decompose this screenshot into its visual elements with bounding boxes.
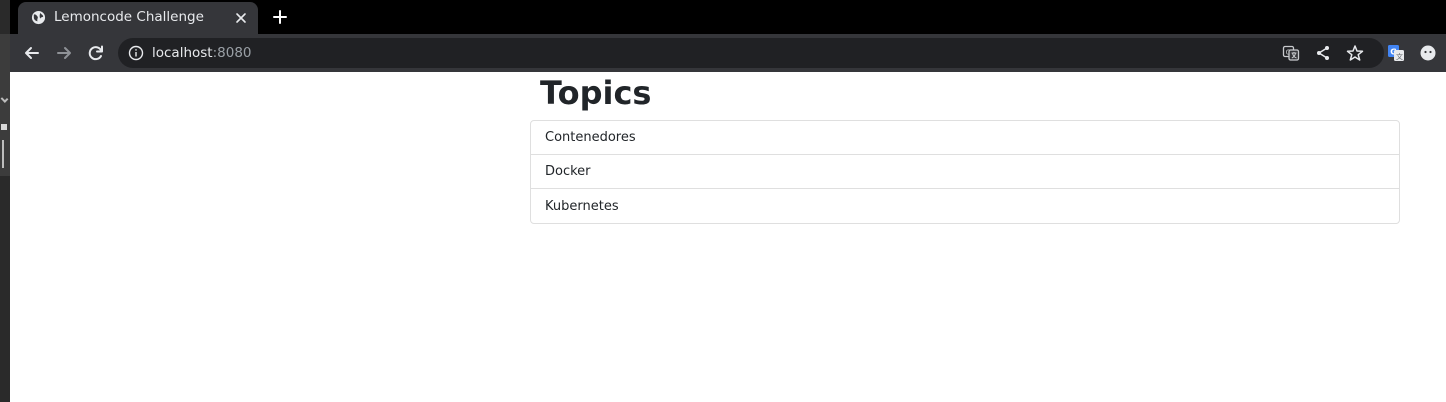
svg-text:文: 文 (1396, 52, 1403, 61)
translate-icon[interactable]: G (1282, 44, 1300, 62)
topics-list: Contenedores Docker Kubernetes (530, 120, 1400, 224)
address-bar[interactable]: localhost:8080 G (118, 38, 1384, 68)
page-title: Topics (540, 74, 652, 112)
google-translate-extension-icon[interactable]: G 文 (1387, 44, 1405, 62)
arrow-left-icon[interactable] (22, 43, 42, 63)
screen: Lemoncode Challenge localhost:8080 G G 文… (0, 0, 1446, 402)
url-port: :8080 (212, 45, 252, 61)
list-item[interactable]: Docker (531, 155, 1399, 189)
list-item[interactable]: Contenedores (531, 121, 1399, 155)
globe-icon (31, 10, 46, 25)
browser-tab[interactable]: Lemoncode Challenge (18, 2, 258, 34)
tab-strip: Lemoncode Challenge (10, 0, 1446, 34)
share-icon[interactable] (1314, 44, 1332, 62)
star-icon[interactable] (1346, 44, 1364, 62)
reload-icon[interactable] (86, 43, 106, 63)
page-content: Topics Contenedores Docker Kubernetes (10, 72, 1446, 402)
list-item[interactable]: Kubernetes (531, 189, 1399, 223)
browser-toolbar: localhost:8080 G G 文 (10, 34, 1446, 72)
plus-icon[interactable] (271, 8, 289, 26)
url-text[interactable]: localhost:8080 (152, 45, 252, 61)
close-icon[interactable] (234, 11, 248, 25)
url-host: localhost (152, 45, 213, 61)
divider (2, 140, 4, 168)
info-icon[interactable] (128, 45, 144, 61)
background-window-edge (0, 0, 10, 402)
tab-title: Lemoncode Challenge (54, 9, 204, 25)
square-icon (1, 124, 7, 130)
profile-icon[interactable] (1419, 44, 1437, 62)
arrow-right-icon[interactable] (54, 43, 74, 63)
